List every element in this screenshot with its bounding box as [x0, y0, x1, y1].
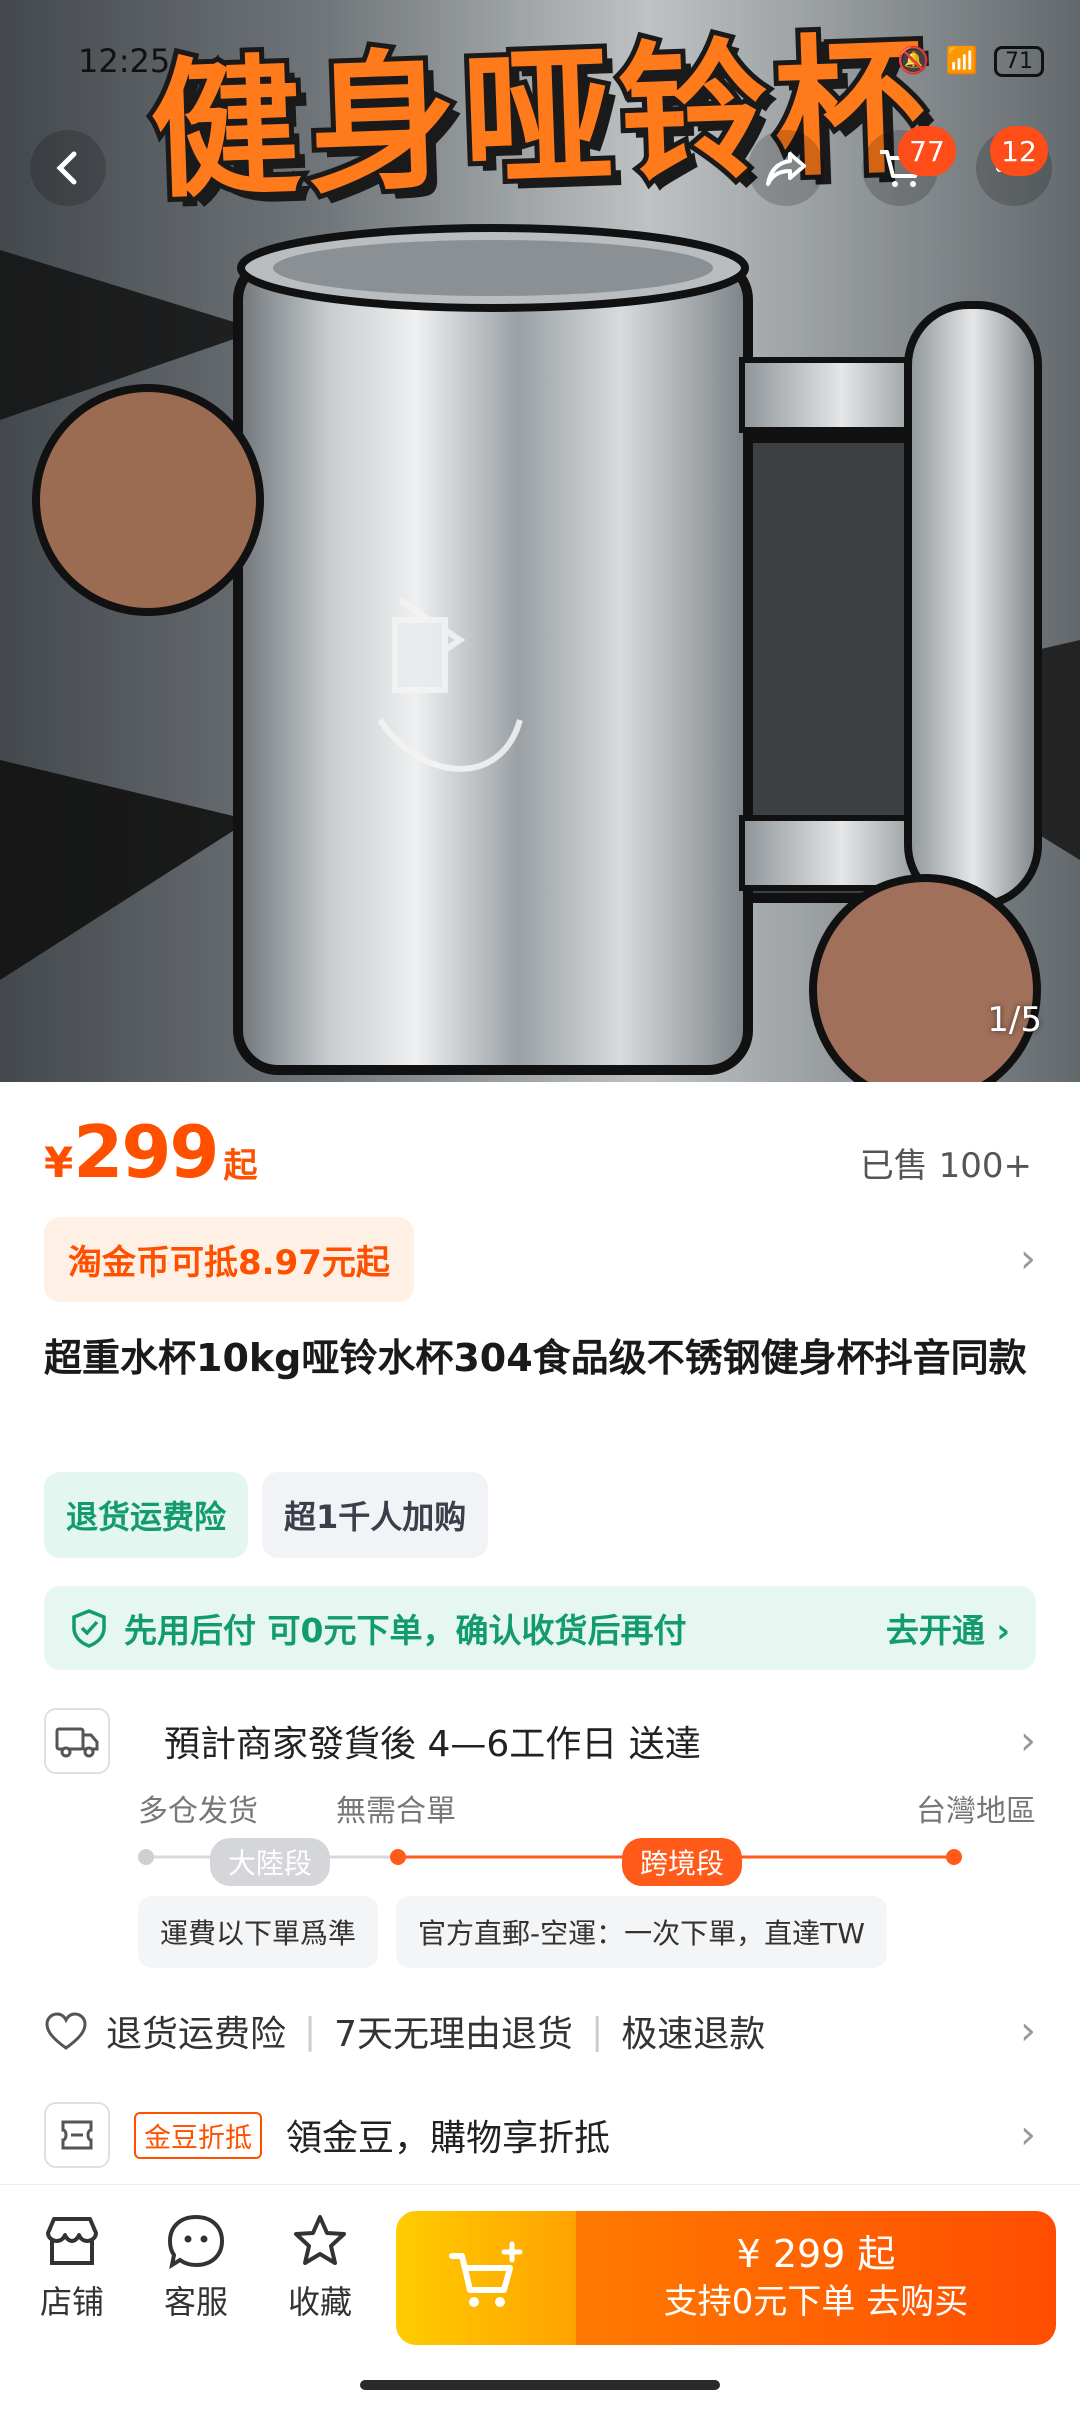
truck-icon — [44, 1708, 110, 1774]
chevron-right-icon: › — [1020, 1236, 1036, 1282]
favorite-button[interactable]: 收藏 — [270, 2213, 370, 2323]
product-title: 超重水杯10kg哑铃水杯304食品级不锈钢健身杯抖音同款 — [44, 1336, 1027, 1380]
slide-indicator: 1/5 — [987, 1000, 1042, 1040]
add-to-cart-button[interactable] — [396, 2211, 576, 2345]
customer-service-button[interactable]: 客服 — [146, 2213, 246, 2323]
sold-count: 已售 100+ — [859, 1146, 1032, 1186]
home-indicator[interactable] — [360, 2380, 720, 2390]
cart-badge: 77 — [898, 126, 956, 176]
bottom-action-bar: 店铺 客服 收藏 ¥ 299 起 支持0元下单 去购买 — [0, 2184, 1080, 2412]
shop-label: 店铺 — [39, 2283, 104, 2321]
buy-button-group: ¥ 299 起 支持0元下单 去购买 — [396, 2211, 1056, 2345]
add-cart-icon — [449, 2241, 523, 2307]
gold-bean-row[interactable]: 金豆折抵 領金豆，購物享折抵 › — [44, 2100, 1036, 2170]
status-bar: 12:25 🔕 📶 71 — [0, 36, 1080, 86]
signal-icon: 📶 — [945, 46, 978, 76]
service-fast-refund: 极速退款 — [621, 2014, 766, 2055]
heart-icon — [45, 2012, 87, 2050]
status-time: 12:25 — [78, 42, 171, 80]
route-notes: 運費以下單爲準 官方直郵-空運：一次下單，直達TW — [138, 1896, 887, 1968]
buy-price: ¥ 299 起 — [736, 2232, 896, 2276]
customer-service-label: 客服 — [163, 2283, 228, 2321]
divider: | — [591, 2010, 604, 2052]
chevron-right-icon: › — [1020, 1718, 1036, 1764]
chevron-right-icon: › — [1020, 2112, 1036, 2158]
store-icon — [46, 2217, 98, 2265]
mute-icon: 🔕 — [897, 46, 930, 76]
tag-cart-count: 超1千人加购 — [262, 1472, 489, 1558]
favorite-label: 收藏 — [287, 2283, 352, 2321]
buy-label: 支持0元下单 去购买 — [663, 2282, 969, 2322]
segment-mainland: 大陸段 — [210, 1838, 331, 1886]
coupon-icon — [44, 2102, 110, 2168]
delivery-estimate: 預計商家發貨後 4—6工作日 送達 — [164, 1724, 701, 1765]
chat-face-icon — [167, 2214, 225, 2269]
segment-cross-border: 跨境段 — [622, 1838, 743, 1886]
shield-check-icon — [72, 1609, 106, 1648]
price: ¥ 299 起 — [44, 1110, 258, 1194]
gold-bean-tag: 金豆折抵 — [134, 2111, 262, 2159]
gold-bean-label: 領金豆，購物享折抵 — [286, 2118, 611, 2159]
chevron-right-icon: › — [1020, 2008, 1036, 2054]
back-button[interactable] — [30, 130, 106, 206]
price-amount: 299 — [73, 1110, 219, 1194]
service-7day-return: 7天无理由退货 — [334, 2014, 574, 2055]
pay-later-banner[interactable]: 先用后付 可0元下单，确认收货后再付 去开通 › — [44, 1586, 1036, 1670]
divider: | — [304, 2010, 317, 2052]
route-destination: 台灣地區 — [916, 1794, 1036, 1829]
shipping-row[interactable]: 預計商家發貨後 4—6工作日 送達 › — [44, 1706, 1036, 1776]
shop-button[interactable]: 店铺 — [22, 2213, 122, 2323]
tags-row: 退货运费险 超1千人加购 — [44, 1472, 489, 1558]
service-return-insurance: 退货运费险 — [106, 2014, 287, 2055]
route-origin: 多仓发货 — [138, 1794, 258, 1829]
more-badge: 12 — [990, 126, 1048, 176]
route-merge: 無需合單 — [336, 1794, 456, 1829]
coin-discount-row[interactable]: 淘金币可抵8.97元起 › — [44, 1216, 1036, 1302]
share-icon — [766, 152, 806, 186]
price-row: ¥ 299 起 已售 100+ — [44, 1110, 1032, 1194]
pay-later-action[interactable]: 去开通 › — [886, 1604, 1010, 1652]
note-method: 官方直郵-空運：一次下單，直達TW — [396, 1896, 887, 1968]
coin-discount-tag: 淘金币可抵8.97元起 — [44, 1216, 414, 1302]
star-icon — [294, 2215, 346, 2265]
chevron-left-icon — [56, 151, 77, 185]
route-labels: 多仓发货 無需合單 台灣地區 — [138, 1786, 1036, 1829]
pay-later-label: 先用后付 可0元下单，确认收货后再付 — [124, 1611, 687, 1650]
price-suffix: 起 — [223, 1146, 258, 1186]
service-row[interactable]: 退货运费险 | 7天无理由退货 | 极速退款 › — [44, 2000, 1036, 2062]
tag-return-insurance: 退货运费险 — [44, 1472, 249, 1558]
status-icons: 🔕 📶 71 — [897, 45, 1044, 77]
note-fee: 運費以下單爲準 — [138, 1896, 379, 1968]
buy-now-button[interactable]: ¥ 299 起 支持0元下单 去购买 — [576, 2211, 1056, 2345]
battery-icon: 71 — [994, 45, 1044, 77]
price-currency: ¥ — [44, 1138, 74, 1187]
share-button[interactable] — [748, 130, 824, 206]
